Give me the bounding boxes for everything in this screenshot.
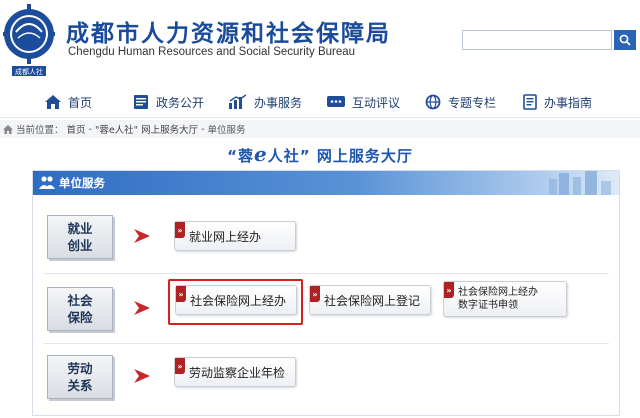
nav-item-services[interactable]: 办事服务 <box>228 90 302 114</box>
hall-title-close: 人社” 网上服务大厅 <box>267 147 413 165</box>
category-row-social-insurance: 社会 保险 » 社会保险网上经办 » 社会保险网上登记 » 社会保险网上经办 数… <box>41 277 611 339</box>
double-chevron-icon: » <box>176 286 186 302</box>
logo-text: 成都人社 <box>15 67 43 76</box>
chat-icon <box>327 96 345 107</box>
nav-item-guide[interactable]: 办事指南 <box>522 90 592 114</box>
panel-header: 单位服务 <box>33 171 619 195</box>
service-label: 就业网上经办 <box>189 229 262 244</box>
category-line: 劳动 <box>67 361 93 376</box>
double-chevron-icon: » <box>310 286 320 302</box>
breadcrumb-home[interactable]: 首页 <box>67 122 86 136</box>
search-box <box>462 30 638 50</box>
breadcrumb-separator: - <box>88 123 92 135</box>
nav-label: 专题专栏 <box>448 95 497 110</box>
category-line: 关系 <box>67 378 93 393</box>
nav-label: 办事服务 <box>254 95 303 110</box>
service-label: 社会保险网上登记 <box>324 293 421 308</box>
panel-title: 单位服务 <box>59 176 105 190</box>
breadcrumb-separator: - <box>201 123 205 135</box>
nav-label: 政务公开 <box>156 95 205 110</box>
service-labor-inspection[interactable]: » 劳动监察企业年检 <box>174 357 296 387</box>
service-employment-online[interactable]: » 就业网上经办 <box>174 221 296 251</box>
site-title-en: Chengdu Human Resources and Social Secur… <box>68 46 356 58</box>
category-line: 创业 <box>67 238 93 253</box>
breadcrumb-current: 单位服务 <box>207 125 246 136</box>
category-row-employment: 就业 创业 » 就业网上经办 <box>41 205 611 267</box>
hall-title: “蓉e人社” 网上服务大厅 <box>0 142 640 166</box>
nav-label: 首页 <box>68 95 93 110</box>
bureau-logo[interactable]: 成都人社 <box>2 2 56 78</box>
service-digital-certificate[interactable]: » 社会保险网上经办 数字证书申领 <box>443 281 567 317</box>
arrow-right-icon <box>134 301 150 315</box>
nav-item-interaction[interactable]: 互动评议 <box>326 90 400 114</box>
row-divider <box>43 273 609 274</box>
search-button[interactable] <box>614 30 636 50</box>
breadcrumb-hall[interactable]: "蓉e人社" 网上服务大厅 <box>95 122 198 136</box>
double-chevron-icon: » <box>175 358 185 374</box>
skyline-decoration <box>549 171 611 195</box>
category-row-labor-relations: 劳动 关系 » 劳动监察企业年检 <box>41 345 611 407</box>
home-icon <box>45 95 61 109</box>
service-label: 劳动监察企业年检 <box>189 365 286 380</box>
double-chevron-icon: » <box>175 222 185 238</box>
chart-icon <box>229 94 247 109</box>
service-label: 数字证书申领 <box>458 300 518 311</box>
arrow-right-icon <box>134 369 150 383</box>
guide-icon <box>523 94 537 110</box>
category-label-social-insurance: 社会 保险 <box>47 287 113 331</box>
service-label: 社会保险网上经办 <box>190 293 287 308</box>
breadcrumb-prefix: 当前位置： <box>16 125 64 136</box>
nav-item-gov-affairs[interactable]: 政务公开 <box>132 90 204 114</box>
arrow-right-icon <box>134 229 150 243</box>
category-line: 保险 <box>67 310 93 325</box>
page: 成都人社 成都市人力资源和社会保障局 Chengdu Human Resourc… <box>0 0 640 418</box>
site-header: 成都人社 成都市人力资源和社会保障局 Chengdu Human Resourc… <box>0 0 640 84</box>
service-social-insurance-online[interactable]: » 社会保险网上经办 <box>175 285 297 315</box>
users-icon <box>39 176 55 189</box>
globe-icon <box>425 94 441 110</box>
row-divider <box>43 343 609 344</box>
category-label-employment: 就业 创业 <box>47 215 113 259</box>
site-title-cn: 成都市人力资源和社会保障局 <box>66 21 391 47</box>
double-chevron-icon: » <box>444 282 454 298</box>
hall-title-e: e <box>254 142 268 166</box>
unit-services-panel: 单位服务 就业 创业 » 就业网上经办 社会 保险 » 社会保险网上经办 » 社… <box>32 170 620 416</box>
main-nav: 首页 政务公开 办事服务 互动评议 专题专栏 办事指南 <box>0 86 640 118</box>
nav-item-topics[interactable]: 专题专栏 <box>424 90 496 114</box>
service-rows: 就业 创业 » 就业网上经办 社会 保险 » 社会保险网上经办 » 社会保险网上… <box>33 195 619 415</box>
search-icon <box>619 34 631 46</box>
nav-item-home[interactable]: 首页 <box>44 90 92 114</box>
category-label-labor-relations: 劳动 关系 <box>47 355 113 399</box>
nav-label: 办事指南 <box>544 95 593 110</box>
breadcrumb: 当前位置： 首页 - "蓉e人社" 网上服务大厅 - 单位服务 <box>0 120 640 138</box>
home-icon <box>3 124 13 134</box>
service-social-insurance-registration[interactable]: » 社会保险网上登记 <box>309 285 431 315</box>
nav-label: 互动评议 <box>352 95 401 110</box>
category-line: 社会 <box>67 293 93 308</box>
document-icon <box>134 95 148 109</box>
search-input[interactable] <box>462 30 612 50</box>
category-line: 就业 <box>67 221 93 236</box>
hall-title-open: “蓉 <box>227 147 255 165</box>
service-label: 社会保险网上经办 <box>458 287 538 298</box>
